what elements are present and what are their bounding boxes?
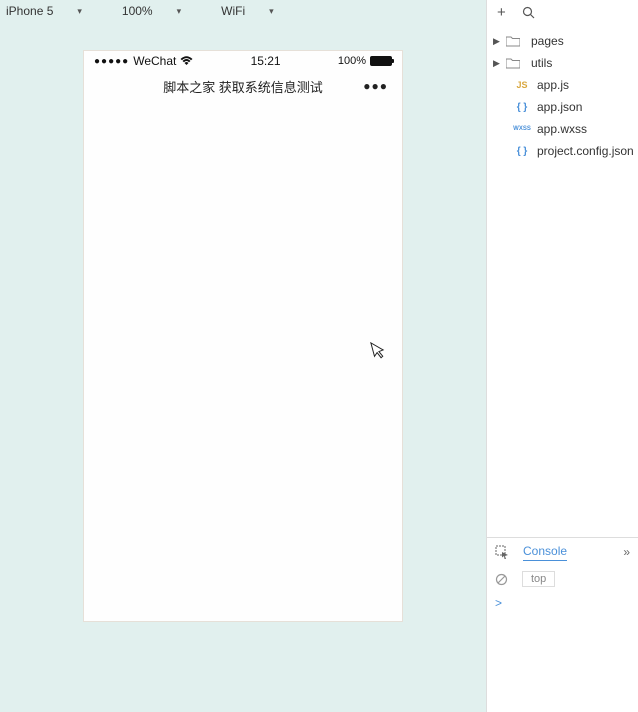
console-tabs: Console » xyxy=(487,538,638,566)
caret-right-icon: ▶ xyxy=(493,58,501,69)
file-label: app.json xyxy=(537,100,582,114)
add-button[interactable]: + xyxy=(497,4,506,21)
file-label: app.wxss xyxy=(537,122,587,136)
status-bar: ●●●●● WeChat 15:21 100% xyxy=(84,51,402,71)
simulator-viewport: ●●●●● WeChat 15:21 100% 脚本之家 获取系统信息测试 ●●… xyxy=(0,22,486,712)
console-prompt: > xyxy=(495,596,502,610)
chevron-down-icon: ▾ xyxy=(177,6,182,17)
clear-console-icon[interactable] xyxy=(495,573,508,586)
wxss-file-icon: WXSS xyxy=(512,126,532,132)
caret-right-icon: ▶ xyxy=(493,36,501,47)
file-label: app.js xyxy=(537,78,569,92)
folder-pages[interactable]: ▶ pages xyxy=(487,30,638,52)
time-label: 15:21 xyxy=(251,54,281,68)
network-label: WiFi xyxy=(221,4,245,18)
page-title: 脚本之家 获取系统信息测试 xyxy=(163,77,323,96)
more-tabs-icon[interactable]: » xyxy=(623,545,630,559)
file-app-json[interactable]: { } app.json xyxy=(487,96,638,118)
file-app-wxss[interactable]: WXSS app.wxss xyxy=(487,118,638,140)
file-project-config[interactable]: { } project.config.json xyxy=(487,140,638,162)
context-selector[interactable]: top xyxy=(522,571,555,587)
zoom-label: 100% xyxy=(122,4,153,18)
nav-bar: 脚本之家 获取系统信息测试 ●●● xyxy=(84,71,402,101)
simulator-toolbar: iPhone 5 ▾ 100% ▾ WiFi ▾ xyxy=(0,0,486,22)
carrier-label: WeChat xyxy=(133,54,176,68)
chevron-down-icon: ▾ xyxy=(269,6,274,17)
search-icon[interactable] xyxy=(522,6,535,19)
battery-label: 100% xyxy=(338,55,366,67)
json-file-icon: { } xyxy=(512,146,532,157)
file-label: project.config.json xyxy=(537,144,634,158)
console-filter-bar: top xyxy=(487,566,638,592)
js-file-icon: JS xyxy=(512,80,532,90)
folder-label: pages xyxy=(531,34,564,48)
file-app-js[interactable]: JS app.js xyxy=(487,74,638,96)
panel-toolbar: + xyxy=(487,0,638,24)
menu-dots-icon[interactable]: ●●● xyxy=(363,79,388,93)
console-panel: Console » top > xyxy=(487,537,638,712)
right-panel: + ▶ pages ▶ utils JS app.js { } a xyxy=(486,0,638,712)
element-picker-icon[interactable] xyxy=(495,545,509,559)
device-label: iPhone 5 xyxy=(6,4,53,18)
tab-console[interactable]: Console xyxy=(523,544,567,561)
wifi-icon xyxy=(180,56,193,66)
folder-utils[interactable]: ▶ utils xyxy=(487,52,638,74)
console-body[interactable]: > xyxy=(487,592,638,712)
device-frame[interactable]: ●●●●● WeChat 15:21 100% 脚本之家 获取系统信息测试 ●●… xyxy=(83,50,403,622)
chevron-down-icon: ▾ xyxy=(77,6,82,17)
signal-icon: ●●●●● xyxy=(94,56,129,67)
folder-icon xyxy=(506,58,526,69)
device-selector[interactable]: iPhone 5 ▾ xyxy=(6,4,82,18)
zoom-selector[interactable]: 100% ▾ xyxy=(122,4,181,18)
battery-icon xyxy=(370,56,392,66)
network-selector[interactable]: WiFi ▾ xyxy=(221,4,274,18)
folder-icon xyxy=(506,36,526,47)
folder-label: utils xyxy=(531,56,552,70)
json-file-icon: { } xyxy=(512,102,532,113)
file-tree: ▶ pages ▶ utils JS app.js { } app.json W… xyxy=(487,24,638,537)
